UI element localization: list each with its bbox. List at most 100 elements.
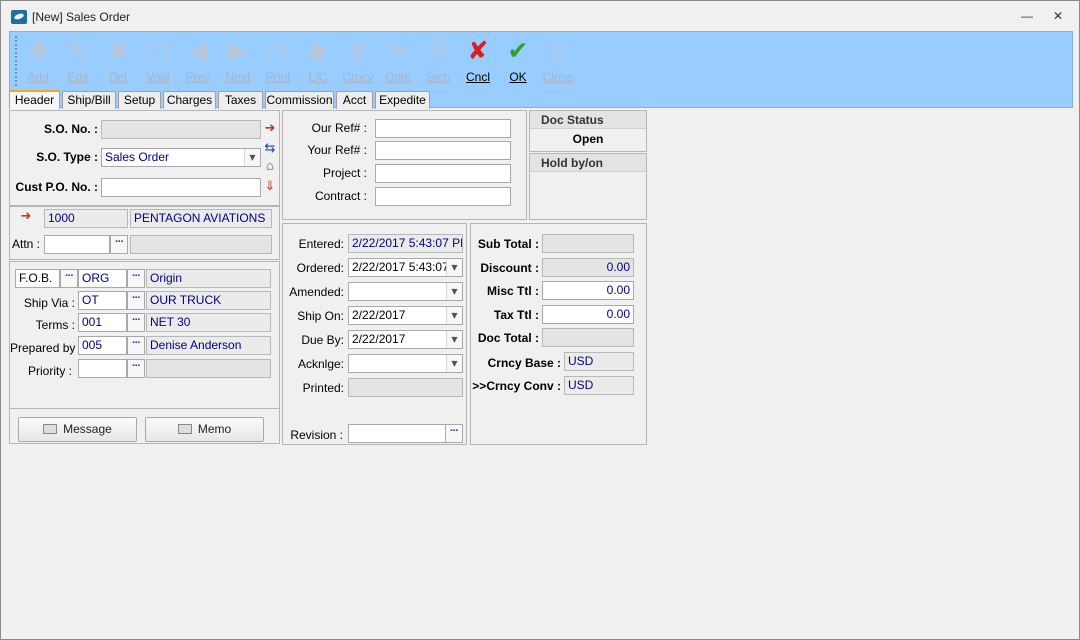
ship-via-field[interactable]: OT	[78, 291, 127, 310]
ship-via-label: Ship Via :	[23, 296, 75, 310]
minimize-button[interactable]: —	[1019, 9, 1035, 23]
chevron-down-icon[interactable]: ▼	[446, 307, 462, 324]
amended-picker[interactable]: ▼	[348, 282, 463, 301]
project-label: Project :	[322, 166, 367, 180]
del-button[interactable]: ✖ Del	[98, 34, 138, 88]
toolbar-button-label: L/C	[308, 70, 328, 84]
fob-lookup-button[interactable]: ···	[60, 269, 78, 288]
pencil-icon: ✎	[67, 36, 89, 65]
our-ref-label: Our Ref# :	[311, 121, 367, 135]
terms-lookup-button[interactable]: ···	[127, 313, 145, 332]
toolbar-button-label: Edit	[67, 70, 89, 84]
crncy-conv-field: USD	[564, 376, 634, 395]
fob-field[interactable]: F.O.B.	[15, 269, 60, 288]
discount-field: 0.00	[542, 258, 634, 277]
chevron-down-icon[interactable]: ▼	[446, 355, 462, 372]
our-ref-field[interactable]	[375, 119, 511, 138]
toolbar-button-label: Next	[225, 70, 251, 84]
fob-code-lookup-button[interactable]: ···	[127, 269, 145, 288]
entered-field: 2/22/2017 5:43:07 PM	[348, 234, 463, 253]
tab-expedite[interactable]: Expedite	[375, 91, 430, 109]
acknlge-picker[interactable]: ▼	[348, 354, 463, 373]
print-button[interactable]: ⎙ Print	[258, 34, 298, 88]
void-button[interactable]: ▢ Void	[138, 34, 178, 88]
srch-button[interactable]: ⚲ Srch	[418, 34, 458, 88]
due-by-picker[interactable]: 2/22/2017 ▼	[348, 330, 463, 349]
project-field[interactable]	[375, 164, 511, 183]
arrow-right-icon: ▶	[228, 36, 248, 65]
prepared-by-lookup-button[interactable]: ···	[127, 336, 145, 355]
crncy-base-field: USD	[564, 352, 634, 371]
ordered-picker[interactable]: 2/22/2017 5:43:07 ▼	[348, 258, 463, 277]
prepared-by-field[interactable]: 005	[78, 336, 127, 355]
your-ref-field[interactable]	[375, 141, 511, 160]
printed-field	[348, 378, 463, 397]
contract-field[interactable]	[375, 187, 511, 206]
close-window-button[interactable]: ✕	[1050, 9, 1066, 23]
customer-panel: ➜ 1000 PENTAGON AVIATIONS Attn : ···	[9, 206, 280, 260]
arrow-down-icon[interactable]: ⇓	[262, 179, 278, 195]
terms-field[interactable]: 001	[78, 313, 127, 332]
tab-acct[interactable]: Acct	[336, 91, 373, 109]
toolbar-button-label: Del	[108, 70, 127, 84]
priority-field[interactable]	[78, 359, 127, 378]
customer-lookup-icon[interactable]: ➜	[18, 209, 34, 225]
cncl-button[interactable]: ✘ Cncl	[458, 34, 498, 88]
tax-total-field[interactable]: 0.00	[542, 305, 634, 324]
message-button[interactable]: Message	[18, 417, 137, 442]
add-button[interactable]: ✚ Add	[18, 34, 58, 88]
printed-label: Printed:	[302, 381, 344, 395]
toolbar-button-label: Prev	[185, 70, 211, 84]
window-title: [New] Sales Order	[32, 10, 131, 24]
tab-charges[interactable]: Charges	[163, 91, 216, 109]
tab-taxes[interactable]: Taxes	[218, 91, 263, 109]
message-button-label: Message	[63, 422, 112, 436]
ship-on-picker[interactable]: 2/22/2017 ▼	[348, 306, 463, 325]
tab-setup[interactable]: Setup	[118, 91, 161, 109]
revision-lookup-button[interactable]: ···	[445, 424, 463, 443]
close-button[interactable]: ▯ Close	[538, 34, 578, 88]
discount-label: Discount :	[480, 261, 539, 275]
attn-lookup-button[interactable]: ···	[110, 235, 128, 254]
copy-order-icon[interactable]: ⇆	[262, 141, 278, 157]
so-no-field	[101, 120, 261, 139]
priority-lookup-button[interactable]: ···	[127, 359, 145, 378]
chevron-down-icon[interactable]: ▼	[446, 259, 462, 276]
checkmark-icon: ✔	[507, 36, 529, 65]
ship-on-value: 2/22/2017	[352, 308, 406, 322]
chevron-down-icon[interactable]: ▼	[244, 149, 260, 166]
title-bar: [New] Sales Order — ✕	[1, 1, 1079, 31]
toolbar-button-label: Srch	[425, 70, 451, 84]
tab-ship-bill[interactable]: Ship/Bill	[62, 91, 116, 109]
cust-po-field[interactable]	[101, 178, 261, 197]
shipping-panel: F.O.B. ··· ORG ··· Origin Ship Via : OT …	[9, 261, 280, 444]
revision-field[interactable]	[348, 424, 446, 443]
delete-icon: ✖	[107, 36, 129, 65]
prepared-by-name-field: Denise Anderson	[146, 336, 271, 355]
customer-code-field[interactable]: 1000	[44, 209, 128, 228]
so-type-select[interactable]: Sales Order ▼	[101, 148, 261, 167]
tab-commission[interactable]: Commission	[265, 91, 334, 109]
ok-button[interactable]: ✔ OK	[498, 34, 538, 88]
crncy-conv-label[interactable]: >>Crncy Conv :	[471, 379, 561, 393]
search-icon: ⚲	[428, 36, 448, 65]
next-button[interactable]: ▶ Next	[218, 34, 258, 88]
l-c-button[interactable]: ◆ L/C	[298, 34, 338, 88]
entered-label: Entered:	[298, 237, 344, 251]
chevron-down-icon[interactable]: ▼	[446, 283, 462, 300]
tab-header[interactable]: Header	[9, 90, 60, 109]
prev-button[interactable]: ◀ Prev	[178, 34, 218, 88]
due-by-value: 2/22/2017	[352, 332, 406, 346]
sales-order-window: [New] Sales Order — ✕ ✚ Add ✎ Edit ✖ Del ▢ Void…	[0, 0, 1080, 640]
edit-button[interactable]: ✎ Edit	[58, 34, 98, 88]
fob-code-field[interactable]: ORG	[78, 269, 127, 288]
ship-via-lookup-button[interactable]: ···	[127, 291, 145, 310]
optn-button[interactable]: ✂ Optn	[378, 34, 418, 88]
doc-total-field	[542, 328, 634, 347]
attn-field[interactable]	[44, 235, 110, 254]
document-arrow-icon[interactable]: ➜	[262, 121, 278, 137]
memo-button[interactable]: Memo	[145, 417, 264, 442]
crncy-button[interactable]: $ Crncy	[338, 34, 378, 88]
chevron-down-icon[interactable]: ▼	[446, 331, 462, 348]
misc-total-field[interactable]: 0.00	[542, 281, 634, 300]
